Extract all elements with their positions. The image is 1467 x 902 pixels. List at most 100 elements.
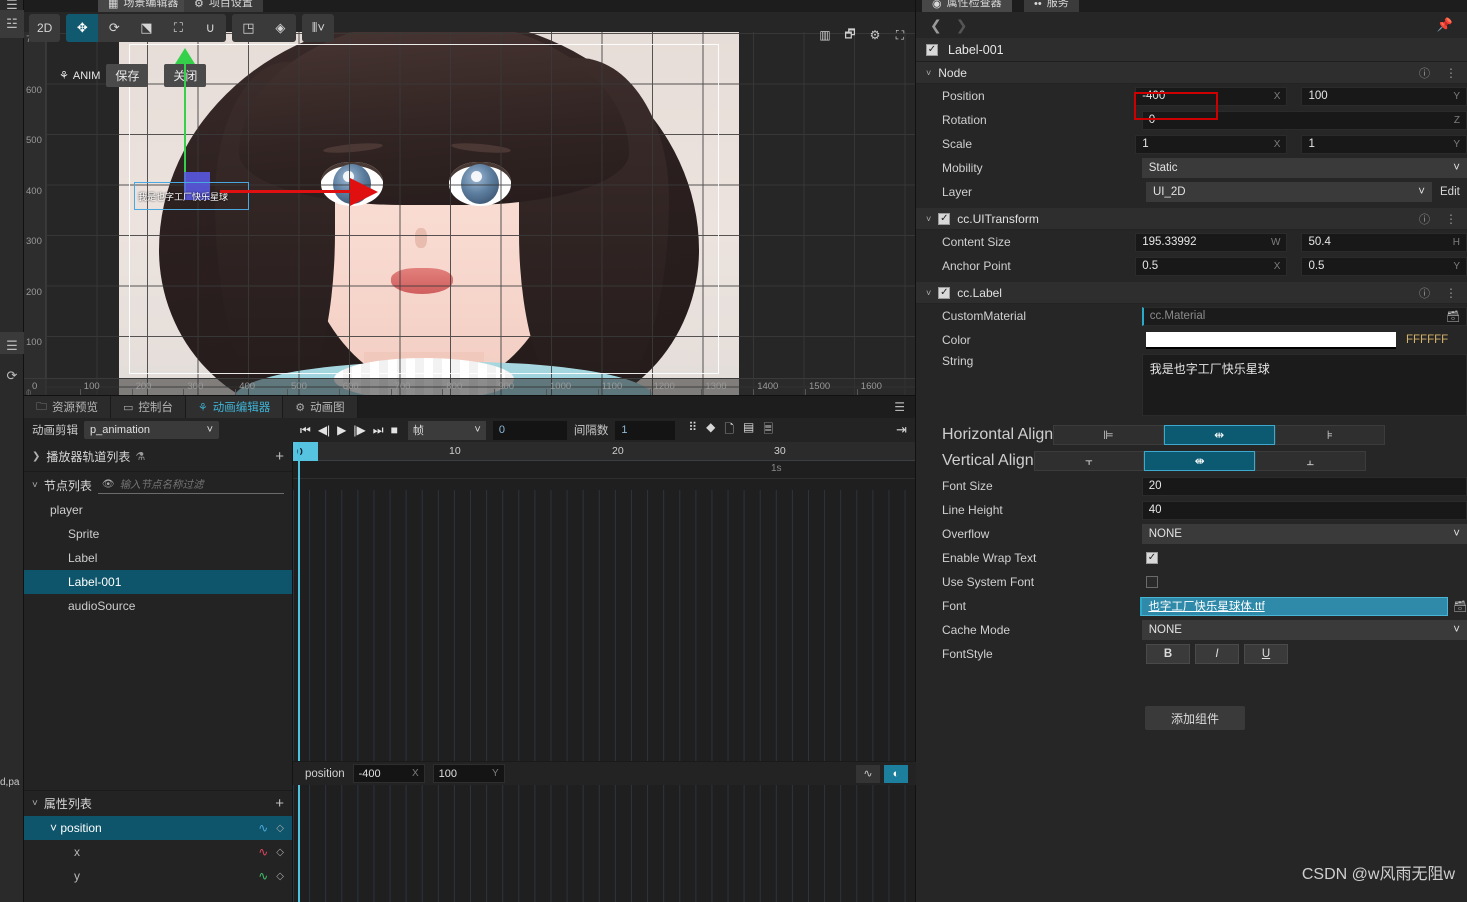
more-options-icon[interactable]: ⋮ [1445, 212, 1457, 226]
timeline-prop-x-input[interactable]: -400 X [352, 764, 425, 783]
add-track-button[interactable]: + [275, 448, 284, 465]
fullscreen-icon[interactable]: ⛶ [891, 26, 909, 44]
mode-2d-button[interactable]: 2D [29, 14, 60, 42]
rect-tool[interactable]: ⛶ [162, 14, 194, 42]
chevron-down-icon[interactable]: ˅ [926, 214, 931, 224]
align-right-icon[interactable]: ⊧ [1274, 425, 1386, 445]
chevron-down-icon[interactable]: ˅ [926, 68, 931, 78]
color-hex-value[interactable]: FFFFFF [1406, 334, 1448, 346]
section-label[interactable]: ˅ ✓ cc.Label ⓘ ⋮ [916, 282, 1467, 304]
menu-icon[interactable]: ☰ [0, 0, 24, 12]
chevron-down-icon[interactable]: ˅ [926, 288, 931, 298]
skip-end-button[interactable]: ⏭ [373, 423, 384, 438]
timeline[interactable]: 0 10 20 30 1s position -400 X 100 Y ∿ ◐ [292, 442, 916, 902]
scene-view[interactable]: 700 600 500 400 300 200 1000 0 100 200 300 400 500 6… [24, 12, 915, 395]
curve-icon[interactable]: ∿ [258, 845, 268, 859]
clip-select[interactable]: p_animation ˅ [84, 421, 219, 439]
position-y-input[interactable]: 100 Y [1301, 86, 1467, 106]
grid-icon[interactable]: ▥ [816, 26, 834, 44]
label-selection-box[interactable]: 我是也字工厂快乐星球 [134, 182, 249, 210]
node-list-item[interactable]: Label-001 [24, 570, 292, 594]
help-icon[interactable]: ⓘ [1419, 211, 1430, 227]
interval-input[interactable]: 1 [615, 420, 676, 440]
property-list-item[interactable]: ˅ position ∿ ◇ [24, 816, 292, 840]
asset-picker-icon[interactable]: 🗃 [1453, 600, 1467, 613]
node-enabled-checkbox[interactable]: ✓ [926, 43, 938, 56]
more-options-icon[interactable]: ⋮ [1445, 286, 1457, 300]
section-node[interactable]: ˅ Node ⓘ ⋮ [916, 62, 1467, 84]
section-uitransform[interactable]: ˅ ✓ cc.UITransform ⓘ ⋮ [916, 208, 1467, 230]
help-icon[interactable]: ⓘ [1419, 285, 1430, 301]
position-x-input[interactable]: -400 X [1135, 86, 1288, 106]
playhead-marker[interactable]: 0 [293, 442, 318, 461]
mobility-select[interactable]: Static ˅ [1141, 158, 1467, 178]
align-top-icon[interactable]: ⫟ [1033, 451, 1145, 471]
new-clip-icon[interactable]: 🗋 [724, 420, 734, 441]
hierarchy-icon[interactable]: ☳ [0, 10, 24, 38]
color-swatch[interactable] [1146, 331, 1396, 349]
keyframe-diamond-icon[interactable]: ◆ [706, 420, 715, 441]
node-list-item[interactable]: player [24, 498, 292, 522]
curve-icon[interactable]: ∿ [258, 869, 268, 883]
tab-project-settings[interactable]: ⚙ 项目设置 [184, 0, 263, 12]
layout-icon[interactable]: ⦀˅ [302, 14, 334, 42]
content-height-input[interactable]: 50.4 H [1301, 232, 1467, 252]
skip-start-button[interactable]: ⏮ [300, 423, 311, 438]
align-center-icon[interactable]: ⇹ [1163, 425, 1275, 445]
tab-animation-graph[interactable]: ⚙ 动画图 [283, 396, 358, 418]
playhead-line[interactable] [298, 442, 300, 902]
layer-edit-button[interactable]: Edit [1440, 186, 1460, 198]
tab-services[interactable]: •• 服务 [1024, 0, 1079, 12]
node-list-item[interactable]: Label [24, 546, 292, 570]
exit-icon[interactable]: ⇥ [896, 422, 907, 438]
tab-inspector[interactable]: ◉ 属性检查器 [922, 0, 1012, 12]
list-icon[interactable]: 🗏 [763, 420, 773, 441]
uitransform-enabled-checkbox[interactable]: ✓ [938, 212, 951, 225]
layer-select[interactable]: UI_2D ˅ [1146, 182, 1432, 202]
rotate-tool[interactable]: ⟳ [98, 14, 130, 42]
pin-icon[interactable]: 📌 [1437, 17, 1453, 33]
anchor-y-input[interactable]: 0.5 Y [1301, 256, 1467, 276]
refresh-icon[interactable]: ⟳ [0, 362, 24, 390]
keyframe-diamond-icon[interactable]: ◇ [276, 823, 284, 834]
line-height-input[interactable]: 40 [1141, 500, 1467, 520]
frame-number-input[interactable]: 0 [492, 420, 567, 440]
timeline-prop-y-input[interactable]: 100 Y [432, 764, 505, 783]
align-middle-icon[interactable]: ⇼ [1144, 451, 1255, 471]
custom-material-input[interactable]: cc.Material 🗃 [1141, 306, 1467, 326]
grid-dots-icon[interactable]: ⠿ [688, 420, 697, 441]
keyframe-diamond-icon[interactable]: ◇ [276, 871, 284, 882]
list-menu-icon[interactable]: ☰ [0, 332, 24, 360]
font-asset-input[interactable]: 也字工厂快乐星球体.ttf [1140, 596, 1449, 616]
asset-picker-icon[interactable]: 🗃 [1446, 310, 1460, 323]
rotation-z-input[interactable]: 0 Z [1141, 110, 1467, 130]
scale-tool[interactable]: ⬔ [130, 14, 162, 42]
underline-button[interactable]: U [1244, 644, 1288, 664]
keyboard-icon[interactable]: ▤ [743, 420, 754, 441]
tab-asset-preview[interactable]: 🗀 资源预览 [24, 396, 111, 418]
tab-scene-editor[interactable]: ▦ 场景编辑器 [98, 0, 189, 12]
stop-button[interactable]: ■ [391, 423, 398, 437]
nav-forward-button[interactable]: ❯ [956, 17, 968, 34]
cache-mode-select[interactable]: NONE ˅ [1141, 620, 1467, 640]
tab-animation-editor[interactable]: ⚘ 动画编辑器 [185, 396, 284, 418]
chevron-down-icon[interactable]: ˅ [32, 798, 38, 809]
add-property-button[interactable]: + [275, 795, 284, 812]
scale-x-input[interactable]: 1 X [1135, 134, 1288, 154]
more-options-icon[interactable]: ⋮ [1445, 66, 1457, 80]
chevron-down-icon[interactable]: ˅ [32, 480, 38, 491]
scale-y-input[interactable]: 1 Y [1301, 134, 1467, 154]
settings-icon[interactable]: ⚙ [866, 26, 884, 44]
anim-save-button[interactable]: 保存 [106, 64, 149, 87]
play-button[interactable]: ▶ [337, 423, 346, 437]
tab-console[interactable]: ▭ 控制台 [111, 396, 186, 418]
help-icon[interactable]: ⓘ [1419, 65, 1430, 81]
add-component-button[interactable]: 添加组件 [1145, 706, 1245, 730]
anchor-x-input[interactable]: 0.5 X [1135, 256, 1288, 276]
node-list-item[interactable]: Sprite [24, 522, 292, 546]
track-list-header[interactable]: ❯ 播放器轨道列表 ⚗ + [24, 442, 292, 472]
overflow-select[interactable]: NONE ˅ [1141, 524, 1467, 544]
bold-button[interactable]: B [1146, 644, 1190, 664]
timeline-ruler[interactable]: 0 10 20 30 [293, 442, 916, 461]
key-view-button[interactable]: ◐ [884, 764, 908, 783]
